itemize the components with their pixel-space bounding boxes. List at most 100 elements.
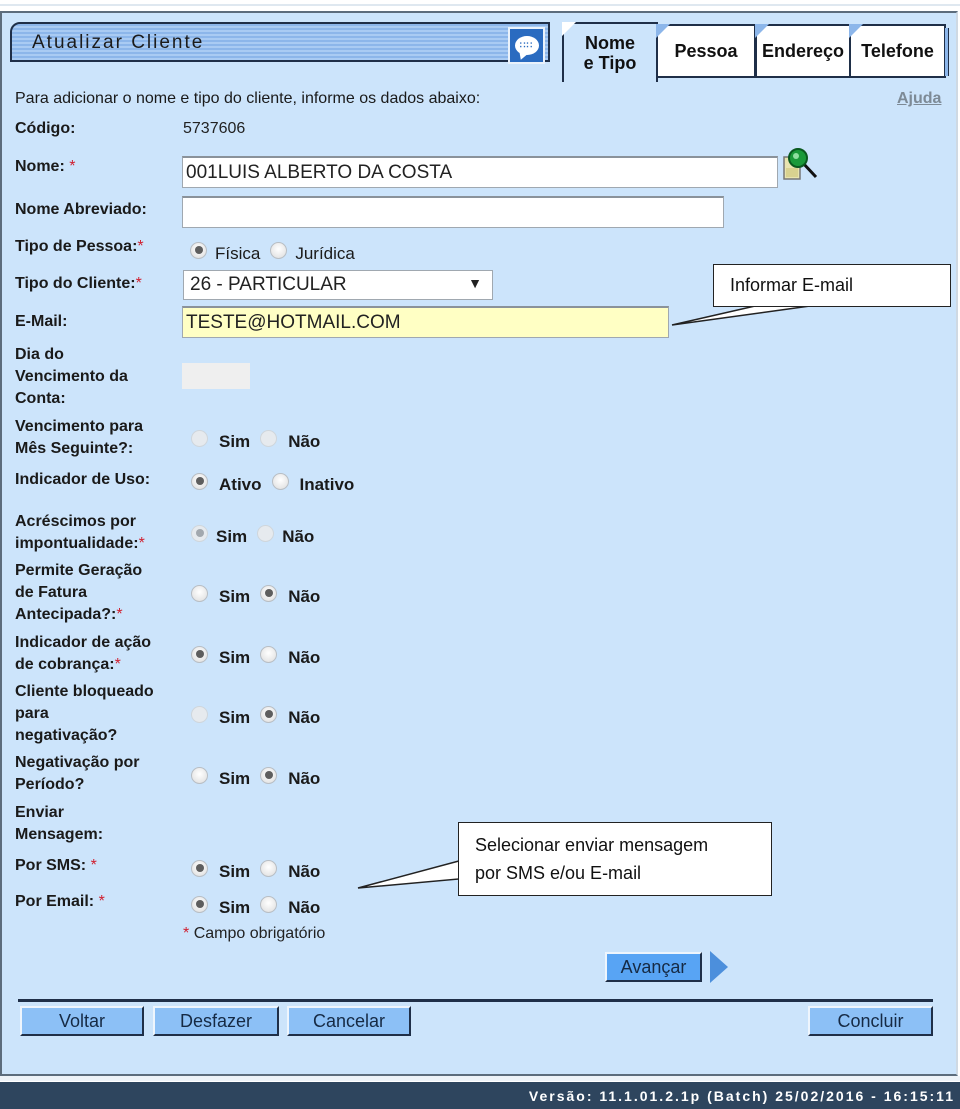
bloqueado-negativacao-label: Cliente bloqueado para negativação?	[15, 681, 154, 747]
label-line: Antecipada?:	[15, 606, 117, 623]
help-link[interactable]: Ajuda	[897, 90, 941, 108]
tab-telefone[interactable]: Telefone	[849, 24, 946, 78]
cancelar-button[interactable]: Cancelar	[287, 1006, 411, 1036]
chat-icon[interactable]: ∷∷	[508, 27, 545, 64]
vencimento-mes-seguinte-label: Vencimento para Mês Seguinte?:	[15, 416, 143, 460]
required-mark: *	[114, 656, 121, 673]
tipo-pessoa-juridica-label: Jurídica	[295, 244, 355, 263]
next-arrow-icon[interactable]	[710, 951, 728, 983]
por-sms-label: Por SMS: *	[15, 855, 97, 877]
tab-nome-e-tipo[interactable]: Nome e Tipo	[562, 22, 658, 82]
tipo-pessoa-fisica-radio[interactable]	[190, 241, 207, 259]
window-title: Atualizar Cliente	[32, 32, 205, 53]
email-label: E-Mail:	[15, 313, 68, 330]
tab-label-line2: e Tipo	[583, 53, 637, 73]
acrescimos-nao-radio[interactable]	[257, 524, 275, 542]
dia-vencimento-input[interactable]	[182, 363, 250, 389]
por-email-nao-radio[interactable]	[260, 895, 278, 913]
indicador-uso-ativo-radio[interactable]	[191, 472, 208, 490]
acrescimos-sim-label: Sim	[216, 527, 248, 546]
fatura-antecipada-sim-label: Sim	[219, 587, 251, 606]
acrescimos-sim-radio[interactable]	[191, 524, 208, 542]
required-mark: *	[183, 925, 190, 942]
required-mark: *	[90, 857, 97, 874]
nome-label: Nome: *	[15, 156, 75, 178]
vencimento-mes-seguinte-radio-group: Sim Não	[191, 428, 330, 451]
fatura-antecipada-nao-label: Não	[288, 587, 321, 606]
nome-input[interactable]	[182, 156, 778, 188]
codigo-value: 5737606	[183, 120, 246, 137]
bloqueado-negativacao-radio-group: Sim Não	[191, 704, 330, 727]
tab-endereco[interactable]: Endereço	[755, 24, 851, 78]
email-callout-text: Informar E-mail	[730, 275, 854, 295]
indicador-uso-inativo-radio[interactable]	[271, 472, 289, 490]
chevron-down-icon: ▼	[468, 275, 482, 291]
fatura-antecipada-radio-group: Sim Não	[191, 583, 330, 606]
label-line: de Fatura	[15, 584, 88, 601]
nome-abreviado-input[interactable]	[182, 196, 724, 228]
fatura-antecipada-nao-radio[interactable]	[260, 584, 278, 602]
acao-cobranca-label: Indicador de ação de cobrança:*	[15, 632, 151, 676]
label-line: Mensagem:	[15, 826, 104, 843]
tipo-cliente-selected-value: 26 - PARTICULAR	[190, 274, 347, 295]
label-line: Vencimento da	[15, 368, 128, 385]
por-sms-nao-radio[interactable]	[260, 859, 278, 877]
voltar-button[interactable]: Voltar	[20, 1006, 144, 1036]
por-email-sim-label: Sim	[219, 898, 251, 917]
vencimento-mes-seguinte-sim-label: Sim	[219, 432, 251, 451]
bloqueado-negativacao-sim-radio[interactable]	[191, 705, 208, 723]
negativacao-periodo-radio-group: Sim Não	[191, 765, 330, 788]
acrescimos-label: Acréscimos por impontualidade:*	[15, 511, 145, 555]
vencimento-mes-seguinte-sim-radio[interactable]	[191, 429, 208, 447]
acrescimos-radio-group: Sim Não	[191, 523, 324, 546]
fatura-antecipada-label: Permite Geração de Fatura Antecipada?:*	[15, 560, 142, 626]
tipo-pessoa-label: Tipo de Pessoa:*	[15, 236, 144, 258]
negativacao-periodo-nao-radio[interactable]	[260, 766, 278, 784]
dia-vencimento-label: Dia do Vencimento da Conta:	[15, 344, 128, 410]
tipo-pessoa-label-text: Tipo de Pessoa:	[15, 238, 138, 255]
required-mark: *	[135, 275, 142, 292]
por-email-label-text: Por Email:	[15, 893, 95, 910]
por-sms-radio-group: Sim Não	[191, 858, 330, 881]
version-footer: Versão: 11.1.01.2.1p (Batch) 25/02/2016 …	[0, 1082, 960, 1109]
concluir-button[interactable]: Concluir	[808, 1006, 933, 1036]
fatura-antecipada-sim-radio[interactable]	[191, 584, 208, 602]
vencimento-mes-seguinte-nao-label: Não	[288, 432, 321, 451]
acao-cobranca-nao-radio[interactable]	[260, 645, 278, 663]
por-sms-sim-label: Sim	[219, 862, 251, 881]
por-sms-sim-radio[interactable]	[191, 859, 208, 877]
vencimento-mes-seguinte-nao-radio[interactable]	[260, 429, 278, 447]
label-line: Enviar	[15, 804, 64, 821]
codigo-label: Código:	[15, 120, 76, 137]
indicador-uso-inativo-label: Inativo	[299, 475, 355, 494]
tab-strip-end	[945, 28, 949, 76]
divider	[18, 999, 933, 1002]
email-input[interactable]	[182, 306, 669, 338]
mensagem-callout-line1: Selecionar enviar mensagem	[475, 835, 709, 855]
label-line: Cliente bloqueado	[15, 683, 154, 700]
desfazer-button[interactable]: Desfazer	[153, 1006, 279, 1036]
avancar-button[interactable]: Avançar	[605, 952, 702, 982]
tab-pessoa[interactable]: Pessoa	[656, 24, 756, 78]
acao-cobranca-radio-group: Sim Não	[191, 644, 330, 667]
negativacao-periodo-sim-label: Sim	[219, 769, 251, 788]
tipo-pessoa-juridica-radio[interactable]	[270, 241, 288, 259]
tipo-cliente-select[interactable]: 26 - PARTICULAR ▼	[183, 270, 493, 300]
bloqueado-negativacao-nao-radio[interactable]	[260, 705, 278, 723]
negativacao-periodo-sim-radio[interactable]	[191, 766, 208, 784]
label-line: Mês Seguinte?:	[15, 440, 134, 457]
por-email-sim-radio[interactable]	[191, 895, 208, 913]
tab-label: Pessoa	[674, 41, 738, 61]
nome-label-text: Nome:	[15, 158, 65, 175]
search-client-icon[interactable]	[782, 146, 820, 182]
negativacao-periodo-nao-label: Não	[288, 769, 321, 788]
required-mark: *	[116, 606, 123, 623]
required-mark: *	[137, 238, 144, 255]
label-line: Negativação por	[15, 754, 140, 771]
label-line: impontualidade:	[15, 535, 139, 552]
indicador-uso-radio-group: Ativo Inativo	[191, 471, 364, 494]
acao-cobranca-sim-radio[interactable]	[191, 645, 208, 663]
required-mark: *	[69, 158, 76, 175]
por-sms-label-text: Por SMS:	[15, 857, 87, 874]
required-mark: *	[98, 893, 105, 910]
